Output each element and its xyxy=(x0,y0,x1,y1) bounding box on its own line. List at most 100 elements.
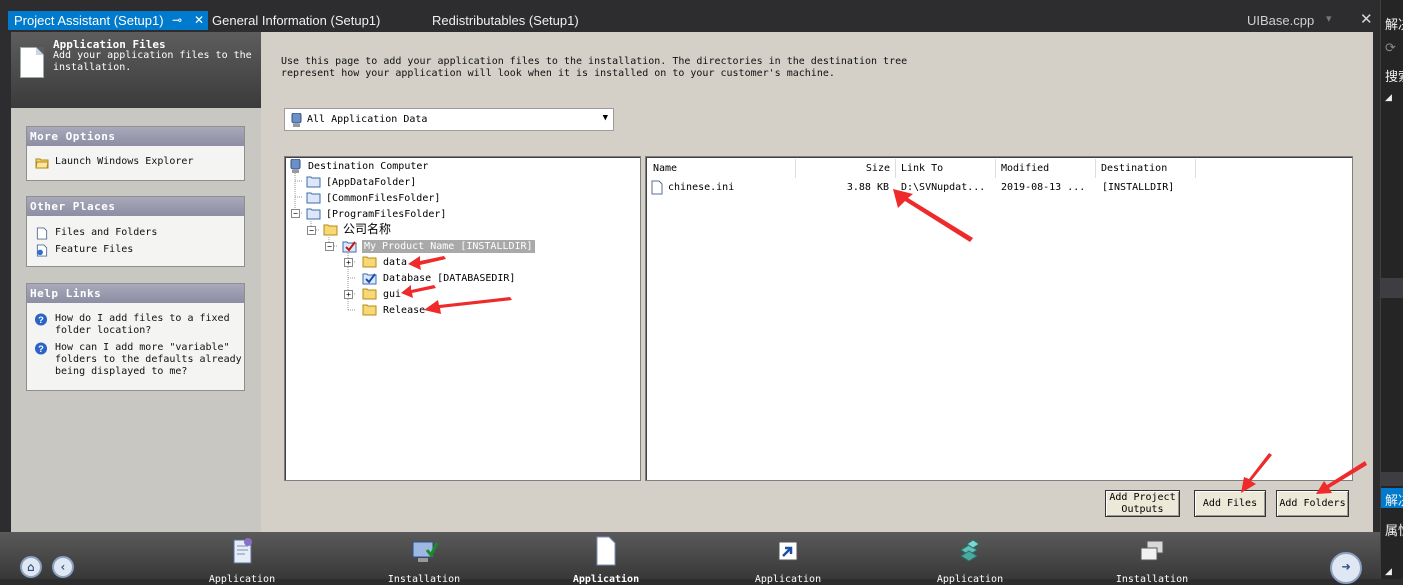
tree-node-destination-computer[interactable]: Destination Computer xyxy=(308,160,428,173)
installation-interview-icon xyxy=(1137,536,1167,566)
computer-icon xyxy=(290,159,301,173)
page-subtitle: Add your application files to the instal… xyxy=(53,50,252,73)
file-modified-cell: 2019-08-13 ... xyxy=(1001,182,1086,193)
ini-file-icon xyxy=(651,180,663,195)
nav-label: Installation xyxy=(1115,574,1189,585)
tree-node-release-folder[interactable]: Release xyxy=(383,304,425,317)
file-name-cell: chinese.ini xyxy=(668,182,735,193)
page-header: Application Files Add your application f… xyxy=(11,32,261,108)
search-box-label[interactable]: 搜索 xyxy=(1385,66,1403,85)
tree-node-product-folder[interactable]: My Product Name [INSTALLDIR] xyxy=(362,240,535,253)
files-and-folders-link[interactable]: Files and Folders xyxy=(27,227,244,240)
feature-files-link[interactable]: Feature Files xyxy=(27,244,244,257)
nav-application-registry[interactable]: Application xyxy=(925,536,1015,585)
pin-icon[interactable]: ⊸ xyxy=(172,11,182,30)
computer-icon xyxy=(291,113,302,127)
project-assistant-nav-bar: ⌂ ‹ Application Installation Application… xyxy=(0,532,1380,585)
tree-lines xyxy=(294,171,355,311)
back-icon[interactable]: ⟳ xyxy=(1385,40,1396,56)
home-button[interactable]: ⌂ xyxy=(20,556,42,578)
shortcut-icon xyxy=(773,536,803,566)
nav-installation-interview[interactable]: Installation xyxy=(1107,536,1197,585)
folder-icon xyxy=(362,288,377,300)
help-icon: ? xyxy=(34,342,48,355)
help-link-fixed-folder[interactable]: ? How do I add files to a fixed folder l… xyxy=(27,313,244,337)
close-tab-icon[interactable]: ✕ xyxy=(194,11,204,30)
help-links-panel: Help Links ? How do I add files to a fix… xyxy=(26,283,245,391)
document-tab-strip: Project Assistant (Setup1) ⊸ ✕ General I… xyxy=(0,0,1380,30)
add-folders-button[interactable]: Add Folders xyxy=(1276,490,1349,517)
column-header-link-to[interactable]: Link To xyxy=(896,159,996,178)
nav-application-files[interactable]: Application xyxy=(561,536,651,585)
nav-label: Application xyxy=(754,574,822,585)
file-size-cell: 3.88 KB xyxy=(846,182,889,193)
nav-label: Application xyxy=(936,574,1004,585)
tab-overflow-dropdown-icon[interactable]: ▾ xyxy=(1326,12,1332,25)
tab-project-assistant-label: Project Assistant (Setup1) xyxy=(14,13,164,28)
help-icon: ? xyxy=(34,313,48,326)
collapse-triangle-icon[interactable]: ◢ xyxy=(1385,566,1392,577)
launch-windows-explorer-link[interactable]: Launch Windows Explorer xyxy=(27,156,244,169)
tree-node-company-folder[interactable]: 公司名称 xyxy=(343,223,391,236)
back-button[interactable]: ‹ xyxy=(52,556,74,578)
help-links-title: Help Links xyxy=(27,284,244,303)
collapse-icon[interactable]: − xyxy=(325,242,334,251)
nav-label: Application xyxy=(208,574,276,585)
left-pane: Application Files Add your application f… xyxy=(11,32,261,532)
product-folder-icon xyxy=(342,241,357,253)
tree-node-appdata-folder[interactable]: [AppDataFolder] xyxy=(326,176,416,189)
column-header-destination[interactable]: Destination xyxy=(1096,159,1196,178)
more-options-panel: More Options Launch Windows Explorer xyxy=(26,126,245,181)
svg-text:?: ? xyxy=(38,344,44,354)
scrollbar[interactable] xyxy=(1381,472,1403,486)
add-project-outputs-button[interactable]: Add Project Outputs xyxy=(1105,490,1180,517)
folder-icon xyxy=(362,256,377,268)
other-places-title: Other Places xyxy=(27,197,244,216)
tab-general-information[interactable]: General Information (Setup1) xyxy=(206,11,386,30)
file-icon xyxy=(36,227,48,240)
file-list[interactable]: Name Size Link To Modified Destination c… xyxy=(645,156,1353,481)
expand-icon[interactable]: + xyxy=(344,258,353,267)
tab-project-assistant[interactable]: Project Assistant (Setup1) ⊸ ✕ xyxy=(8,11,208,30)
folder-icon xyxy=(323,224,338,236)
solution-explorer-tab[interactable]: 解决 xyxy=(1381,488,1403,508)
tab-uibase-label: UIBase.cpp xyxy=(1247,13,1315,28)
collapse-icon[interactable]: − xyxy=(291,209,300,218)
help-link-variable-folders[interactable]: ? How can I add more "variable" folders … xyxy=(27,342,244,378)
tree-node-database-folder[interactable]: Database [DATABASEDIR] xyxy=(383,272,515,285)
tree-node-gui-folder[interactable]: gui xyxy=(383,288,401,301)
collapse-icon[interactable]: − xyxy=(307,226,316,235)
expand-icon[interactable]: + xyxy=(344,290,353,299)
destination-tree[interactable]: Destination Computer [AppDataFolder] [Co… xyxy=(284,156,641,481)
expand-triangle-icon[interactable]: ◢ xyxy=(1385,92,1392,103)
file-destination-cell: [INSTALLDIR] xyxy=(1102,182,1175,193)
application-data-dropdown-value: All Application Data xyxy=(307,114,428,125)
solution-explorer-tab-label: 解决 xyxy=(1385,493,1403,508)
add-files-button[interactable]: Add Files xyxy=(1194,490,1266,517)
feature-files-label: Feature Files xyxy=(55,244,134,255)
dropdown-arrow-icon[interactable]: ▼ xyxy=(603,113,608,123)
column-header-size[interactable]: Size xyxy=(796,159,896,178)
properties-title: 属性 xyxy=(1385,523,1403,538)
svg-text:?: ? xyxy=(38,315,44,325)
application-data-dropdown[interactable]: All Application Data ▼ xyxy=(284,108,614,131)
installation-requirements-icon xyxy=(409,536,439,566)
next-button[interactable]: ➜ xyxy=(1330,552,1362,584)
nav-application-shortcuts[interactable]: Application xyxy=(743,536,833,585)
tree-node-data-folder[interactable]: data xyxy=(383,256,407,269)
nav-label: Installation xyxy=(387,574,461,585)
column-header-modified[interactable]: Modified xyxy=(996,159,1096,178)
nav-application-information[interactable]: Application xyxy=(197,536,287,585)
tree-node-commonfiles-folder[interactable]: [CommonFilesFolder] xyxy=(326,192,440,205)
tree-node-programfiles-folder[interactable]: [ProgramFilesFolder] xyxy=(326,208,446,221)
tab-redistributables[interactable]: Redistributables (Setup1) xyxy=(426,11,585,30)
folder-icon xyxy=(306,208,321,220)
intro-text: Use this page to add your application fi… xyxy=(281,56,908,79)
more-options-title: More Options xyxy=(27,127,244,146)
launch-windows-explorer-label: Launch Windows Explorer xyxy=(55,156,194,167)
close-document-icon[interactable]: ✕ xyxy=(1360,10,1373,28)
column-header-name[interactable]: Name xyxy=(648,159,796,178)
tab-uibase[interactable]: UIBase.cpp xyxy=(1241,11,1320,30)
nav-installation-requirements[interactable]: Installation xyxy=(379,536,469,585)
tab-redistributables-label: Redistributables (Setup1) xyxy=(432,13,579,28)
